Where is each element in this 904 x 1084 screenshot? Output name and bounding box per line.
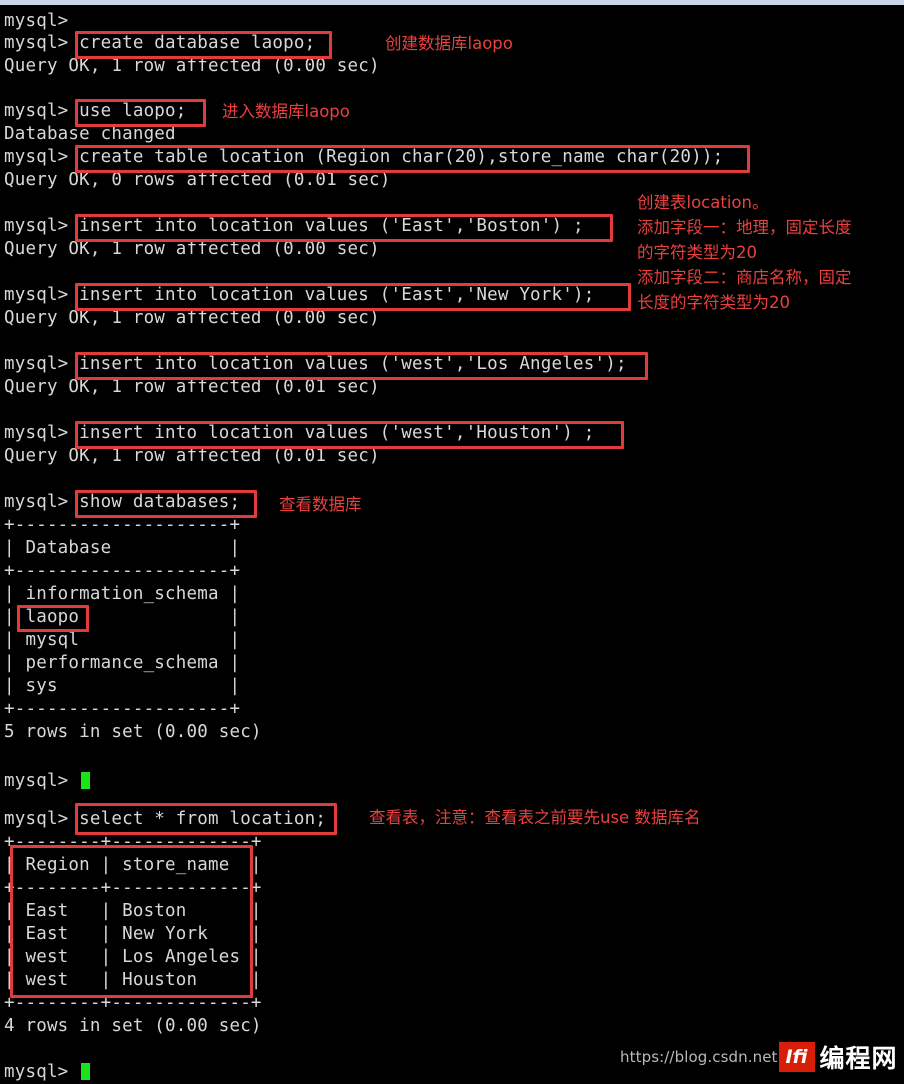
console-line: +--------------------+ bbox=[4, 699, 241, 719]
annotation-line: 创建表location。 bbox=[637, 193, 769, 212]
console-line: Query OK, 1 row affected (0.00 sec) bbox=[4, 239, 380, 259]
console-line: mysql> insert into location values ('wes… bbox=[4, 354, 627, 374]
console-line: | information_schema | bbox=[4, 584, 241, 604]
console-line: | Region | store_name | bbox=[4, 855, 262, 875]
console-line: +--------+-------------+ bbox=[4, 993, 262, 1013]
watermark-brand: 编程网 bbox=[819, 1044, 898, 1073]
console-line: mysql> create database laopo; bbox=[4, 33, 316, 53]
an-create-db: 创建数据库laopo bbox=[385, 31, 513, 56]
text-cursor bbox=[81, 772, 91, 789]
console-line: | East | Boston | bbox=[4, 901, 262, 921]
an-show-db: 查看数据库 bbox=[279, 492, 362, 517]
an-select: 查看表，注意：查看表之前要先use 数据库名 bbox=[369, 805, 700, 830]
console-line: mysql> show databases; bbox=[4, 492, 241, 512]
watermark: https://blog.csdn.net Ifi 编程网 bbox=[620, 1040, 898, 1074]
annotation-line: 进入数据库laopo bbox=[222, 102, 350, 121]
console-line: mysql> insert into location values ('Eas… bbox=[4, 285, 595, 305]
console-line: Query OK, 1 row affected (0.00 sec) bbox=[4, 308, 380, 328]
annotation-line: 长度的字符类型为20 bbox=[637, 293, 790, 312]
an-use-db: 进入数据库laopo bbox=[222, 99, 350, 124]
console-prompt-line[interactable]: mysql> bbox=[4, 770, 91, 793]
console-line: Query OK, 1 row affected (0.01 sec) bbox=[4, 446, 380, 466]
annotation-line: 查看数据库 bbox=[279, 495, 362, 514]
console-line: | mysql | bbox=[4, 630, 241, 650]
console-line: Database changed bbox=[4, 124, 176, 144]
console-line: +--------+-------------+ bbox=[4, 878, 262, 898]
annotation-line: 的字符类型为20 bbox=[637, 243, 757, 262]
console-line: | laopo | bbox=[4, 607, 241, 627]
console-line: mysql> insert into location values ('Eas… bbox=[4, 216, 584, 236]
watermark-logo-icon: Ifi bbox=[778, 1042, 815, 1072]
console-line: Query OK, 1 row affected (0.01 sec) bbox=[4, 377, 380, 397]
watermark-url: https://blog.csdn.net bbox=[620, 1048, 778, 1066]
annotation-line: 查看表，注意：查看表之前要先use 数据库名 bbox=[369, 808, 701, 827]
console-line: 4 rows in set (0.00 sec) bbox=[4, 1016, 262, 1036]
annotation-line: 添加字段一：地理，固定长度 bbox=[637, 218, 852, 237]
an-create-table: 创建表location。添加字段一：地理，固定长度 的字符类型为20 添加字段二：商… bbox=[637, 190, 852, 315]
console-line: | west | Houston | bbox=[4, 970, 262, 990]
console-line: Query OK, 1 row affected (0.00 sec) bbox=[4, 56, 380, 76]
console-line: | performance_schema | bbox=[4, 653, 241, 673]
console-line: | sys | bbox=[4, 676, 241, 696]
console-line: mysql> bbox=[4, 11, 69, 31]
console-line: +--------------------+ bbox=[4, 561, 241, 581]
console-line: | East | New York | bbox=[4, 924, 262, 944]
console-line: mysql> select * from location; bbox=[4, 809, 327, 829]
mysql-terminal-console[interactable]: mysql> mysql> create database laopo; Query… bbox=[0, 5, 904, 1082]
console-line: | Database | bbox=[4, 538, 241, 558]
console-line: Query OK, 0 rows affected (0.01 sec) bbox=[4, 170, 391, 190]
console-prompt-line[interactable]: mysql> bbox=[4, 1061, 91, 1084]
console-line: | west | Los Angeles | bbox=[4, 947, 262, 967]
prompt-label: mysql> bbox=[4, 1062, 80, 1082]
annotation-line: 添加字段二：商店名称，固定 bbox=[637, 268, 852, 287]
console-line: 5 rows in set (0.00 sec) bbox=[4, 722, 262, 742]
console-line: +--------------------+ bbox=[4, 515, 241, 535]
console-line: mysql> insert into location values ('wes… bbox=[4, 423, 595, 443]
console-line: mysql> use laopo; bbox=[4, 101, 187, 121]
text-cursor bbox=[81, 1063, 91, 1080]
prompt-label: mysql> bbox=[4, 771, 80, 791]
console-line: +--------+-------------+ bbox=[4, 832, 262, 852]
annotation-line: 创建数据库laopo bbox=[385, 34, 513, 53]
console-line: mysql> create table location (Region cha… bbox=[4, 147, 724, 167]
